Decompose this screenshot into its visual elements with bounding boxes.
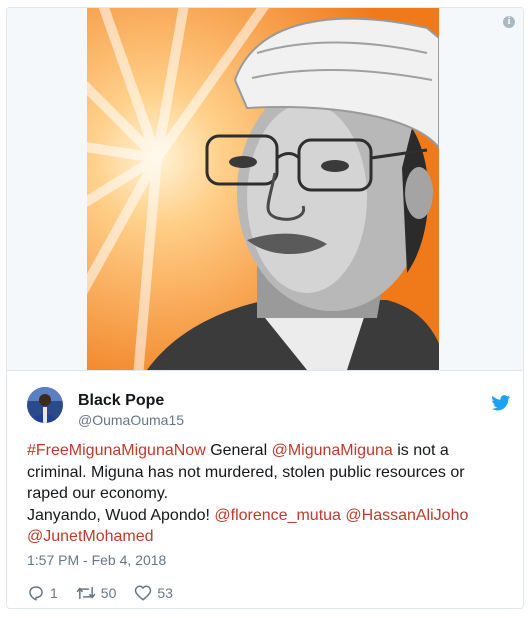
- info-icon[interactable]: i: [503, 16, 515, 28]
- portrait-illustration: [87, 8, 439, 370]
- user-handle[interactable]: @OumaOuma15: [78, 412, 184, 428]
- retweet-count: 50: [100, 585, 117, 601]
- tweet-image[interactable]: i: [7, 8, 523, 370]
- heart-icon: [135, 585, 152, 601]
- reply-button[interactable]: 1: [27, 584, 58, 602]
- like-count: 53: [157, 585, 173, 601]
- tweet-card[interactable]: i Black Pope @OumaOuma15 #FreeMigunaMigu…: [6, 7, 524, 609]
- mention-link[interactable]: @florence_mutua: [214, 507, 341, 524]
- retweet-button[interactable]: 50: [76, 584, 117, 602]
- mention-link[interactable]: @MigunaMiguna: [272, 442, 393, 459]
- retweet-icon: [76, 586, 96, 600]
- tweet-text: #FreeMigunaMigunaNow General @MigunaMigu…: [27, 440, 507, 548]
- divider: [7, 370, 523, 371]
- display-name[interactable]: Black Pope: [78, 392, 164, 410]
- avatar[interactable]: [27, 387, 63, 423]
- mention-link[interactable]: @HassanAliJoho: [345, 507, 468, 524]
- mention-link[interactable]: @JunetMohamed: [27, 528, 154, 545]
- action-bar: 1 50 53: [27, 582, 191, 604]
- twitter-bird-icon[interactable]: [491, 395, 511, 411]
- hashtag-link[interactable]: #FreeMigunaMigunaNow: [27, 442, 206, 459]
- tweet-timestamp[interactable]: 1:57 PM - Feb 4, 2018: [27, 552, 166, 568]
- reply-icon: [29, 586, 43, 601]
- like-button[interactable]: 53: [134, 584, 173, 602]
- reply-count: 1: [50, 585, 58, 601]
- tweet-text-segment: General: [205, 442, 272, 459]
- tweet-text-segment: Janyando, Wuod Apondo!: [27, 506, 215, 524]
